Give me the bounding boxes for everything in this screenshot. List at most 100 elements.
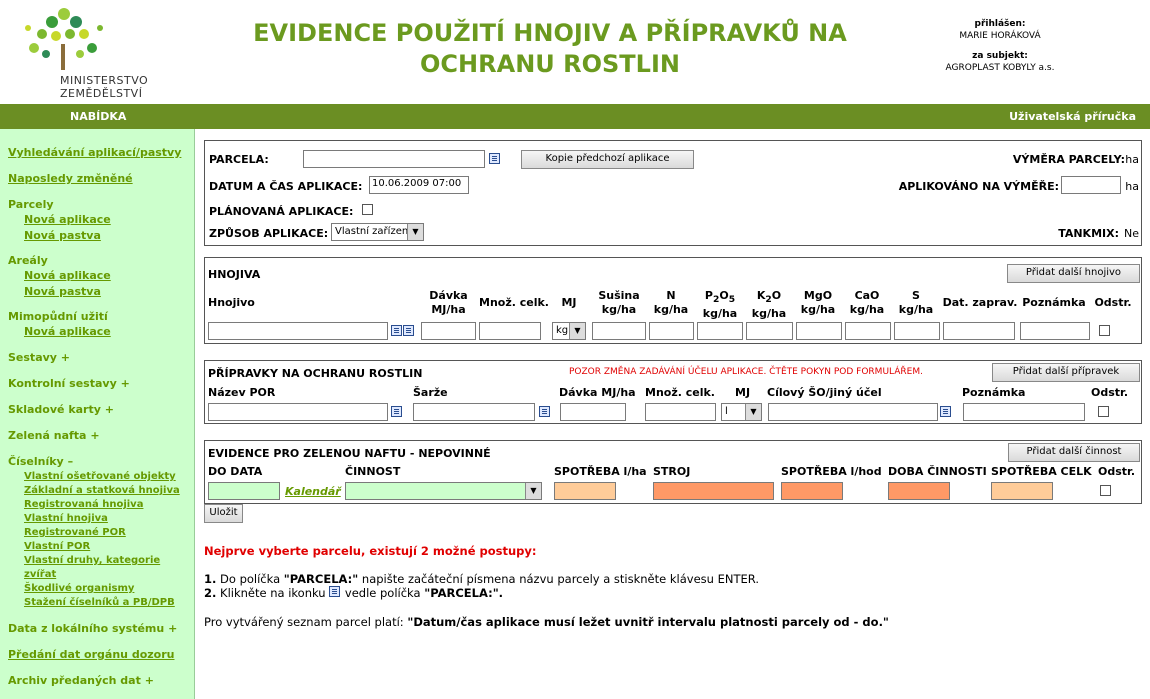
por-name-input[interactable] bbox=[208, 403, 388, 421]
susina-input[interactable] bbox=[592, 322, 646, 340]
sidebar-parcely-new-pasture[interactable]: Nová pastva bbox=[24, 229, 193, 242]
sidebar-zelena-nafta[interactable]: Zelená nafta + bbox=[8, 429, 193, 442]
por-pozn-input[interactable] bbox=[963, 403, 1085, 421]
zpusob-select[interactable]: Vlastní zařízení ▼ bbox=[331, 223, 424, 241]
batch-list-icon[interactable] bbox=[539, 406, 550, 417]
sidebar-c5[interactable]: Registrované POR bbox=[24, 526, 193, 540]
parcel-list-icon[interactable] bbox=[489, 153, 500, 164]
product-list-icon[interactable] bbox=[391, 406, 402, 417]
sidebar-parcely-new-app[interactable]: Nová aplikace bbox=[24, 213, 193, 226]
sidebar-c1[interactable]: Vlastní ošetřované objekty bbox=[24, 470, 193, 484]
expand-plus-icon: + bbox=[90, 429, 100, 442]
expand-plus-icon: + bbox=[120, 377, 130, 390]
odstr-checkbox[interactable] bbox=[1099, 325, 1110, 336]
fertilizer-list-icon[interactable] bbox=[403, 325, 414, 336]
col-spotreba-celk: SPOTŘEBA CELK bbox=[991, 465, 1092, 478]
calendar-link[interactable]: Kalendář bbox=[285, 485, 341, 498]
col-cao: CaO kg/ha bbox=[849, 289, 885, 316]
davka-input[interactable] bbox=[421, 322, 476, 340]
sidebar-skladove[interactable]: Skladové karty + bbox=[8, 403, 193, 416]
add-product-button[interactable]: Přidat další přípravek bbox=[992, 363, 1140, 382]
sidebar-ciselniky[interactable]: Číselníky – bbox=[8, 455, 193, 468]
sidebar-c3[interactable]: Registrovaná hnojiva bbox=[24, 498, 193, 512]
sidebar-search-link[interactable]: Vyhledávání aplikací/pastvy bbox=[8, 146, 193, 159]
col-susina: Sušina kg/ha bbox=[598, 289, 640, 316]
nafta-odstr-checkbox[interactable] bbox=[1100, 485, 1111, 496]
por-davka-input[interactable] bbox=[560, 403, 626, 421]
parcela-input[interactable] bbox=[303, 150, 485, 168]
col-nazev-por: Název POR bbox=[208, 386, 276, 399]
col-stroj: STROJ bbox=[653, 465, 691, 478]
sidebar-recent-link[interactable]: Naposledy změněné bbox=[8, 172, 193, 185]
col-odstr-nafta: Odstr. bbox=[1098, 465, 1136, 478]
sidebar-mimopudni-new-app[interactable]: Nová aplikace bbox=[24, 325, 193, 338]
cil-input[interactable] bbox=[768, 403, 938, 421]
sarze-input[interactable] bbox=[413, 403, 535, 421]
poznamka-input[interactable] bbox=[1020, 322, 1090, 340]
aplikovano-label: APLIKOVÁNO NA VÝMĚŘE: bbox=[898, 180, 1059, 193]
expand-plus-icon: + bbox=[60, 351, 71, 364]
add-activity-button[interactable]: Přidat další činnost bbox=[1008, 443, 1140, 462]
spotreba-ha-input[interactable] bbox=[554, 482, 616, 500]
copy-previous-button[interactable]: Kopie předchozí aplikace bbox=[521, 150, 694, 169]
mj-select[interactable]: kg ▼ bbox=[552, 322, 586, 340]
sidebar-c7[interactable]: Vlastní druhy, kategorie zvířat bbox=[24, 554, 193, 582]
instruction-step1: 1. Do políčka "PARCELA:" napište začáteč… bbox=[204, 572, 759, 586]
por-mnoz-input[interactable] bbox=[645, 403, 716, 421]
chevron-down-icon: ▼ bbox=[525, 483, 541, 499]
cinnost-select[interactable]: ▼ bbox=[345, 482, 542, 500]
planovana-checkbox[interactable] bbox=[362, 204, 373, 215]
expand-plus-icon: + bbox=[104, 403, 114, 416]
mgo-input[interactable] bbox=[796, 322, 842, 340]
sidebar-c8[interactable]: Škodlivé organismy bbox=[24, 582, 193, 596]
col-spotreba-hod: SPOTŘEBA l/hod bbox=[781, 465, 882, 478]
sidebar-c4[interactable]: Vlastní hnojiva bbox=[24, 512, 193, 526]
instructions-heading: Nejprve vyberte parcelu, existují 2 možn… bbox=[204, 544, 537, 558]
col-mnoz-por: Množ. celk. bbox=[645, 386, 715, 399]
n-input[interactable] bbox=[649, 322, 694, 340]
sidebar-arealy-new-pasture[interactable]: Nová pastva bbox=[24, 285, 193, 298]
por-odstr-checkbox[interactable] bbox=[1098, 406, 1109, 417]
sidebar-predani[interactable]: Předání dat orgánu dozoru bbox=[8, 648, 193, 661]
instruction-step2: 2. Klikněte na ikonku vedle políčka "PAR… bbox=[204, 586, 504, 600]
spotreba-hod-input[interactable] bbox=[781, 482, 843, 500]
k2o-input[interactable] bbox=[746, 322, 793, 340]
aplikovano-input[interactable] bbox=[1061, 176, 1121, 194]
sidebar-c9[interactable]: Stažení číselníků a PB/DPB bbox=[24, 596, 193, 610]
dat-zaprav-input[interactable] bbox=[943, 322, 1015, 340]
sidebar-c2[interactable]: Základní a statková hnojiva bbox=[24, 484, 193, 498]
save-button[interactable]: Uložit bbox=[204, 504, 243, 523]
sidebar-data-local[interactable]: Data z lokálního systému + bbox=[8, 622, 193, 635]
add-fertilizer-button[interactable]: Přidat další hnojivo bbox=[1007, 264, 1140, 283]
fertilizer-box: HNOJIVA Přidat další hnojivo Hnojivo Dáv… bbox=[204, 257, 1142, 344]
doba-input[interactable] bbox=[888, 482, 950, 500]
sidebar-archiv[interactable]: Archiv předaných dat + bbox=[8, 674, 193, 687]
spotreba-celk-input[interactable] bbox=[991, 482, 1053, 500]
menu-label: NABÍDKA bbox=[70, 110, 127, 123]
stroj-input[interactable] bbox=[653, 482, 774, 500]
s-input[interactable] bbox=[894, 322, 940, 340]
sidebar-group-arealy: Areály bbox=[8, 254, 48, 267]
col-pozn-por: Poznámka bbox=[962, 386, 1026, 399]
target-list-icon[interactable] bbox=[940, 406, 951, 417]
collapse-minus-icon: – bbox=[67, 455, 74, 468]
sidebar: Vyhledávání aplikací/pastvy Naposledy zm… bbox=[0, 129, 195, 699]
user-manual-link[interactable]: Uživatelská příručka bbox=[1009, 110, 1136, 123]
datum-label: DATUM A ČAS APLIKACE: bbox=[209, 180, 363, 193]
datum-input[interactable]: 10.06.2009 07:00 bbox=[369, 176, 469, 194]
por-mj-select[interactable]: l ▼ bbox=[721, 403, 762, 421]
fertilizer-list-icon[interactable] bbox=[391, 325, 402, 336]
do-data-input[interactable] bbox=[208, 482, 280, 500]
p2o5-input[interactable] bbox=[697, 322, 743, 340]
sidebar-kontrolni[interactable]: Kontrolní sestavy + bbox=[8, 377, 193, 390]
sidebar-sestavy[interactable]: Sestavy + bbox=[8, 351, 193, 364]
sidebar-arealy-new-app[interactable]: Nová aplikace bbox=[24, 269, 193, 282]
sidebar-group-mimopudni: Mimopůdní užití bbox=[8, 310, 108, 323]
cao-input[interactable] bbox=[845, 322, 891, 340]
logo-text: MINISTERSTVO ZEMĚDĚLSTVÍ bbox=[60, 74, 149, 100]
sidebar-c6[interactable]: Vlastní POR bbox=[24, 540, 193, 554]
aplikovano-unit: ha bbox=[1125, 180, 1139, 193]
hnojivo-input[interactable] bbox=[208, 322, 388, 340]
por-warning: POZOR ZMĚNA ZADÁVÁNÍ ÚČELU APLIKACE. ČTĚ… bbox=[569, 367, 923, 377]
mnoz-input[interactable] bbox=[479, 322, 541, 340]
